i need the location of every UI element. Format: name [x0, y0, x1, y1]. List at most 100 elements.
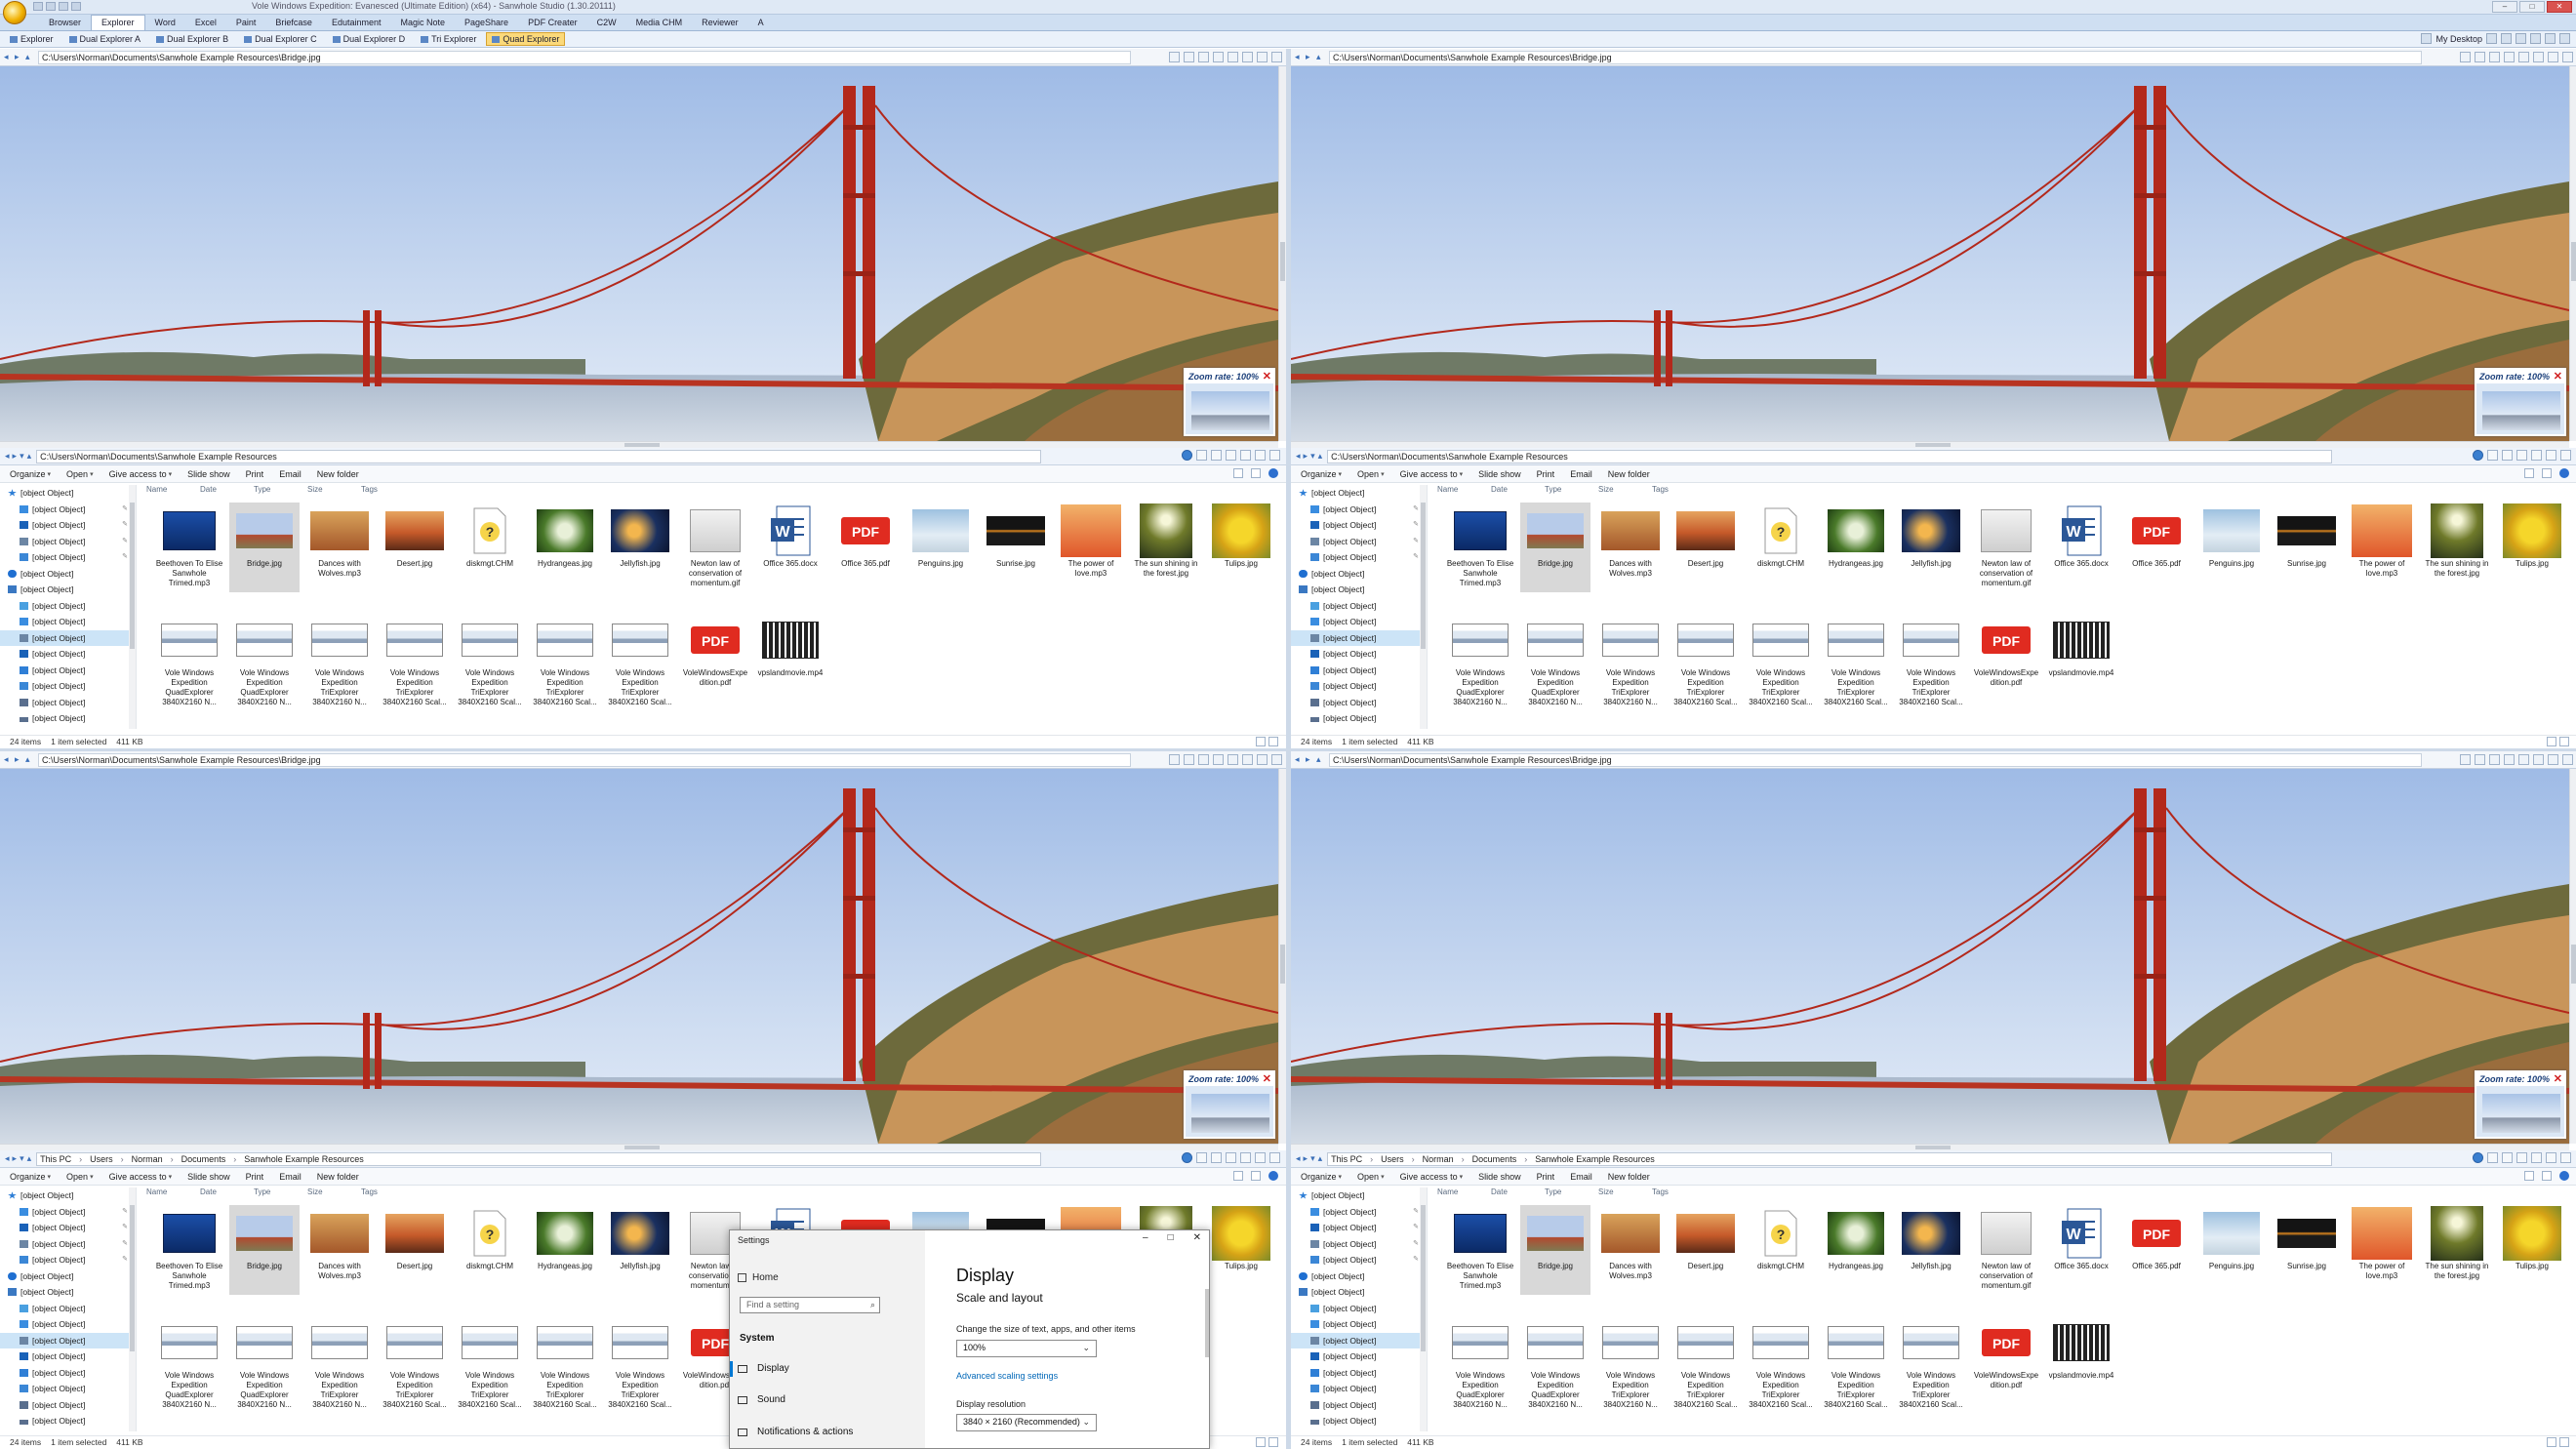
- nav-scrollbar[interactable]: [1420, 1187, 1427, 1431]
- tool-icon[interactable]: [2504, 754, 2515, 765]
- file-item[interactable]: PDF VoleWindowsExpedition.pdf: [1971, 1314, 2041, 1404]
- nav-item-dat1-d[interactable]: DAT1 (D:): [0, 1429, 136, 1432]
- nav-item-desktop[interactable]: [object Object] ✎: [0, 502, 136, 518]
- nav-item-videos[interactable]: [object Object]: [0, 695, 136, 711]
- tool-icon[interactable]: [1211, 1152, 1222, 1163]
- large-icons-view-icon[interactable]: [2559, 1437, 2569, 1447]
- nav-arrow-icon[interactable]: ▴: [1316, 53, 1325, 61]
- tool-icon[interactable]: [1240, 1152, 1251, 1163]
- nav-arrow-icon[interactable]: ◂: [5, 451, 10, 462]
- nav-item-downloads[interactable]: [object Object]: [0, 1348, 136, 1365]
- tool-icon[interactable]: [2530, 33, 2541, 44]
- column-size[interactable]: Size: [1598, 485, 1652, 499]
- nav-arrow-icon[interactable]: ▸: [13, 451, 18, 462]
- settings-menu-display[interactable]: Display: [730, 1358, 925, 1380]
- scroll-thumb[interactable]: [1421, 1205, 1426, 1351]
- nav-item-documents[interactable]: [object Object] ✎: [0, 1236, 136, 1253]
- undo-icon[interactable]: [46, 2, 56, 11]
- details-view-icon[interactable]: [1256, 737, 1266, 746]
- scroll-thumb[interactable]: [1280, 945, 1285, 984]
- tool-icon[interactable]: [2475, 52, 2485, 62]
- nav-item-downloads[interactable]: [object Object] ✎: [0, 517, 136, 534]
- nav-item-documents[interactable]: [object Object]: [1291, 629, 1427, 646]
- close-icon[interactable]: ✕: [1263, 370, 1271, 383]
- command-organize[interactable]: Organize: [1301, 1172, 1337, 1182]
- nav-item-3d-objects[interactable]: [object Object]: [1291, 598, 1427, 615]
- file-item[interactable]: The power of love.mp3: [2347, 1205, 2417, 1295]
- nav-item-this-pc[interactable]: [object Object]: [1291, 1284, 1427, 1301]
- tool-icon[interactable]: [2560, 1152, 2571, 1163]
- command-new-folder[interactable]: New folder: [317, 469, 359, 479]
- tool-icon[interactable]: [1257, 754, 1268, 765]
- file-item[interactable]: Vole Windows Expedition QuadExplorer 384…: [154, 612, 224, 706]
- command-new-folder[interactable]: New folder: [1608, 469, 1650, 479]
- tool-icon[interactable]: [2548, 754, 2558, 765]
- column-type[interactable]: Type: [254, 485, 307, 499]
- tool-icon[interactable]: [1271, 52, 1282, 62]
- file-item[interactable]: Vole Windows Expedition TriExplorer 3840…: [1896, 612, 1966, 706]
- tool-icon[interactable]: [2489, 52, 2500, 62]
- file-item[interactable]: Sunrise.jpg: [2272, 503, 2342, 592]
- scroll-thumb[interactable]: [1280, 242, 1285, 281]
- preview-pane-icon[interactable]: [2542, 468, 2552, 478]
- file-item[interactable]: Newton law of conservation of momentum.g…: [1971, 503, 2041, 592]
- breadcrumb-item[interactable]: Documents: [1472, 1153, 1517, 1165]
- settings-menu-notifications[interactable]: Notifications & actions: [730, 1422, 925, 1443]
- command-slide-show[interactable]: Slide show: [187, 1172, 230, 1182]
- file-item[interactable]: Vole Windows Expedition TriExplorer 3840…: [380, 1314, 450, 1409]
- tool-icon[interactable]: [2562, 52, 2573, 62]
- ribbon-tab[interactable]: Media CHM: [626, 16, 693, 30]
- file-item[interactable]: Hydrangeas.jpg: [1821, 503, 1891, 592]
- file-item[interactable]: Vole Windows Expedition TriExplorer 3840…: [455, 1314, 525, 1409]
- tool-icon[interactable]: [1242, 754, 1253, 765]
- nav-item-music[interactable]: [object Object]: [0, 1365, 136, 1382]
- command-email[interactable]: Email: [1570, 1172, 1592, 1182]
- tool-icon[interactable]: [2504, 52, 2515, 62]
- image-viewer[interactable]: Zoom rate: 100% ✕: [0, 66, 1278, 441]
- column-date[interactable]: Date: [200, 485, 254, 499]
- nav-item-this-pc[interactable]: [object Object]: [0, 1284, 136, 1301]
- file-item[interactable]: The sun shining in the forest.jpg: [1131, 503, 1201, 592]
- file-item[interactable]: The sun shining in the forest.jpg: [2422, 1205, 2492, 1295]
- file-item[interactable]: Hydrangeas.jpg: [530, 1205, 600, 1295]
- nav-item-downloads[interactable]: [object Object] ✎: [1291, 517, 1427, 534]
- tool-icon[interactable]: [1213, 754, 1224, 765]
- nav-item-desktop[interactable]: [object Object]: [0, 1316, 136, 1333]
- command-slide-show[interactable]: Slide show: [187, 469, 230, 479]
- ribbon-tab[interactable]: Explorer: [91, 15, 145, 30]
- file-item[interactable]: Vole Windows Expedition TriExplorer 3840…: [1896, 1314, 1966, 1409]
- column-date[interactable]: Date: [200, 1187, 254, 1201]
- file-item[interactable]: Vole Windows Expedition TriExplorer 3840…: [1595, 1314, 1666, 1409]
- nav-arrow-icon[interactable]: ▴: [27, 451, 32, 462]
- tool-icon[interactable]: [2560, 450, 2571, 461]
- nav-arrow-icon[interactable]: ▴: [1318, 451, 1323, 462]
- close-icon[interactable]: ✕: [2554, 370, 2562, 383]
- tool-icon[interactable]: [1228, 52, 1238, 62]
- nav-arrow-icon[interactable]: ▴: [25, 755, 34, 764]
- close-button[interactable]: ✕: [1193, 1232, 1201, 1243]
- nav-item-videos[interactable]: [object Object]: [1291, 1397, 1427, 1414]
- nav-item-music[interactable]: [object Object]: [1291, 663, 1427, 679]
- command-organize[interactable]: Organize: [10, 1172, 46, 1182]
- tool-icon[interactable]: [2562, 754, 2573, 765]
- nav-arrow-icon[interactable]: ▸: [1304, 451, 1308, 462]
- command-print[interactable]: Print: [1537, 469, 1555, 479]
- nav-item-quick-access[interactable]: [object Object]: [0, 1187, 136, 1204]
- refresh-icon[interactable]: [2473, 450, 2483, 461]
- tool-icon[interactable]: [1255, 1152, 1266, 1163]
- address-input[interactable]: This PC › Users › Norman › Documents › Sanwhole …: [36, 1151, 1042, 1166]
- nav-item-desktop[interactable]: [object Object]: [1291, 614, 1427, 630]
- nav-item-desktop[interactable]: [object Object] ✎: [1291, 502, 1427, 518]
- file-item[interactable]: W Office 365.docx: [755, 503, 825, 592]
- tool-icon[interactable]: [1198, 754, 1209, 765]
- sub-tab[interactable]: Explorer: [4, 32, 60, 46]
- view-options-icon[interactable]: [2524, 1171, 2534, 1181]
- preview-pane-icon[interactable]: [1251, 468, 1261, 478]
- nav-arrow-icon[interactable]: ◂: [4, 755, 13, 764]
- nav-scrollbar[interactable]: [1420, 485, 1427, 729]
- sub-tab[interactable]: Quad Explorer: [486, 32, 566, 46]
- save-icon[interactable]: [33, 2, 43, 11]
- column-type[interactable]: Type: [254, 1187, 307, 1201]
- sub-tab[interactable]: Dual Explorer D: [327, 32, 412, 46]
- file-item[interactable]: Bridge.jpg: [229, 503, 300, 592]
